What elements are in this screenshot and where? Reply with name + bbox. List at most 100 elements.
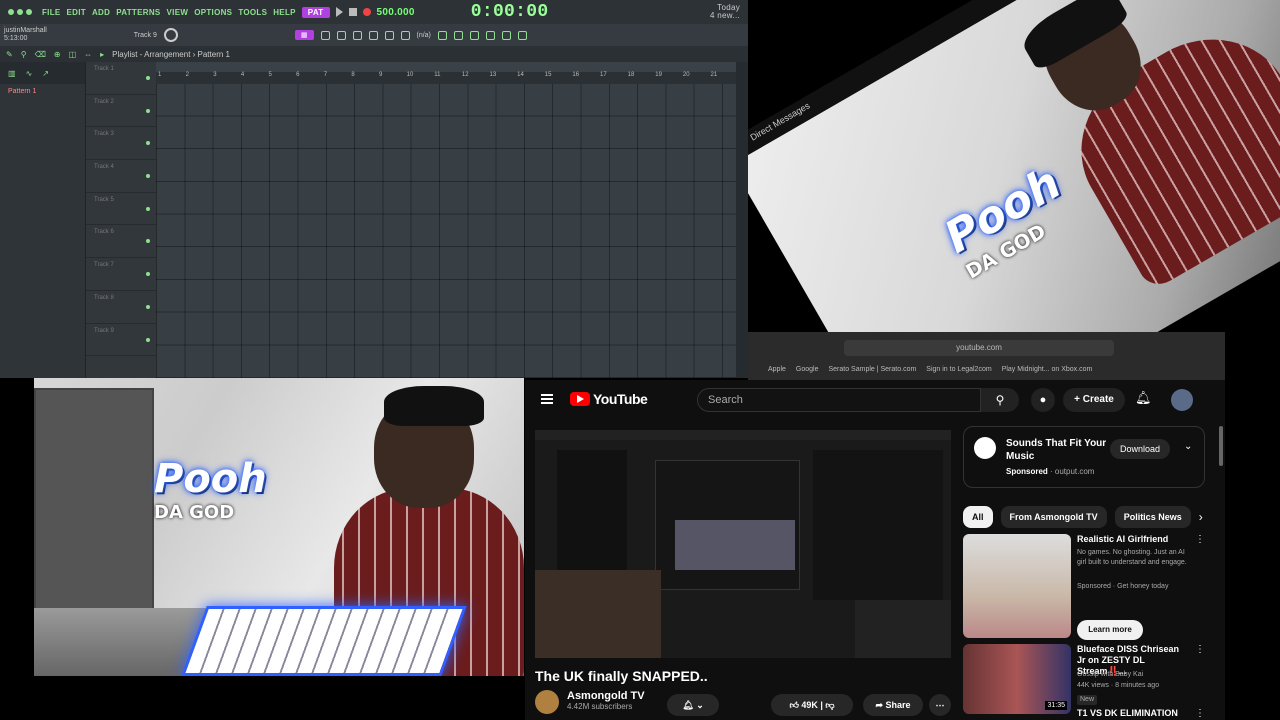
wrench-icon[interactable]: ✎ (6, 50, 13, 59)
chip-politics[interactable]: Politics News (1114, 506, 1191, 528)
chevron-right-icon[interactable]: › (1199, 506, 1203, 528)
chip-channel[interactable]: From Asmongold TV (1000, 506, 1107, 528)
menu-help[interactable]: HELP (273, 8, 296, 17)
track-header[interactable]: Track 6 (86, 225, 156, 259)
playlist-scrollbar[interactable] (736, 62, 748, 378)
track-header[interactable]: Track 4 (86, 160, 156, 193)
track-label: Track 9 (133, 31, 157, 39)
recommendation-item[interactable]: T1 VS DK ELIMINATION ⋮ (963, 708, 1205, 720)
page-scrollbar[interactable] (1219, 426, 1223, 466)
pattern-selector[interactable]: ▦ (294, 30, 314, 40)
thumbnail[interactable]: 31:35 (963, 644, 1071, 714)
track-header[interactable]: Track 7 (86, 258, 156, 291)
like-count: 49K (801, 700, 818, 710)
auto-icon[interactable]: ↗ (42, 69, 49, 78)
bookmark[interactable]: Play Midnight... on Xbox.com (1002, 366, 1093, 373)
rec-channel[interactable]: Gossip with Baby Kai (1077, 670, 1189, 680)
track-header[interactable]: Track 3 (86, 127, 156, 161)
track-header[interactable]: Track 8 (86, 291, 156, 324)
like-dislike-buttons[interactable]: 👍︎ 49K | 👎︎ (771, 694, 853, 716)
more-options-icon[interactable]: ⋮ (1195, 708, 1205, 719)
playlist-grid[interactable] (156, 84, 736, 378)
menu-add[interactable]: ADD (92, 8, 110, 17)
knob-icon[interactable] (163, 28, 178, 42)
brush-tool-icon[interactable] (352, 30, 362, 40)
recommendation-item[interactable]: Realistic AI Girlfriend No games. No gho… (963, 534, 1205, 640)
channel-avatar[interactable] (535, 690, 559, 714)
menu-options[interactable]: OPTIONS (194, 8, 232, 17)
plugin-icon[interactable] (501, 30, 511, 40)
pencil-tool-icon[interactable] (336, 30, 346, 40)
arrow-tool-icon[interactable] (320, 30, 330, 40)
select-icon[interactable]: ◫ (69, 50, 77, 59)
zoom-icon[interactable]: ⊕ (54, 50, 61, 59)
more-actions-button[interactable]: ⋯ (929, 694, 951, 716)
search-icon[interactable]: ⚲ (981, 388, 1019, 412)
bookmark[interactable]: Serato Sample | Serato.com (828, 366, 916, 373)
stretch-icon[interactable]: ⇔ (84, 50, 92, 59)
video-player[interactable] (535, 430, 951, 658)
webcam-feed: Pooh DA GOD (34, 378, 524, 676)
piano-roll-icon[interactable] (469, 30, 479, 40)
chip-all[interactable]: All (963, 506, 993, 528)
pattern-mode-button[interactable]: PAT (301, 6, 330, 18)
dislike-icon[interactable]: 👎︎ (825, 700, 834, 711)
window-controls[interactable] (8, 9, 32, 15)
menu-edit[interactable]: EDIT (67, 8, 86, 17)
bookmark[interactable]: Sign in to Legal2com (926, 366, 991, 373)
track-header[interactable]: Track 2 (86, 95, 156, 128)
delete-tool-icon[interactable] (368, 30, 378, 40)
rec-title[interactable]: T1 VS DK ELIMINATION (1077, 708, 1189, 719)
notification-bell-button[interactable]: 🔔︎ ⌄ (667, 694, 719, 716)
timeline-ruler[interactable]: 1 2 3 4 5 6 7 8 9 10 11 12 13 14 15 16 17 18 19 20 21 (156, 72, 736, 84)
channel-rack-icon[interactable] (453, 30, 463, 40)
share-button[interactable]: ➦ Share (863, 694, 923, 716)
video-right-panel (813, 450, 943, 600)
like-icon[interactable]: 👍︎ (789, 700, 798, 711)
bookmark[interactable]: Apple (768, 366, 786, 373)
chevron-down-icon[interactable]: ⌄ (1184, 441, 1192, 452)
url-bar[interactable]: youtube.com (844, 340, 1114, 356)
audio-icon[interactable]: ∿ (26, 69, 33, 78)
avatar[interactable] (1171, 389, 1193, 411)
menu-file[interactable]: FILE (42, 8, 61, 17)
play-icon[interactable] (335, 7, 343, 17)
rec-title[interactable]: Realistic AI Girlfriend (1077, 534, 1189, 545)
snap-selector[interactable]: (n/a) (417, 32, 431, 39)
record-icon[interactable] (362, 8, 371, 16)
more-options-icon[interactable]: ⋮ (1195, 534, 1205, 545)
download-button[interactable]: Download (1110, 439, 1170, 459)
thumbnail[interactable] (963, 534, 1071, 638)
bookmarks-bar: Apple Google Serato Sample | Serato.com … (768, 366, 1092, 373)
track-header[interactable]: Track 5 (86, 193, 156, 226)
more-options-icon[interactable]: ⋮ (1195, 644, 1205, 655)
mic-icon[interactable] (517, 30, 527, 40)
track-headers: Track 1 Track 2 Track 3 Track 4 Track 5 … (86, 62, 156, 378)
track-header[interactable]: Track 1 (86, 62, 156, 95)
create-button[interactable]: + Create (1063, 388, 1125, 412)
menu-patterns[interactable]: PATTERNS (116, 8, 160, 17)
youtube-logo[interactable]: YouTube (570, 391, 648, 407)
ad-card[interactable]: Sounds That Fit Your Music Sponsored · o… (963, 426, 1205, 488)
menu-icon[interactable] (541, 394, 553, 404)
channel-name[interactable]: Asmongold TV (567, 690, 645, 702)
bookmark[interactable]: Google (796, 366, 819, 373)
stop-icon[interactable] (348, 8, 357, 16)
tempo-display[interactable]: 500.000 (377, 7, 415, 18)
mute-tool-icon[interactable] (384, 30, 394, 40)
pattern-item[interactable]: Pattern 1 (0, 84, 85, 99)
eraser-icon[interactable]: ⌫ (35, 50, 46, 59)
search-input[interactable]: Search (697, 388, 981, 412)
mixer-icon[interactable] (437, 30, 447, 40)
menu-view[interactable]: VIEW (167, 8, 189, 17)
playlist-arrow-icon[interactable]: ▸ (100, 50, 104, 59)
slice-tool-icon[interactable] (400, 30, 410, 40)
mic-icon[interactable]: ● (1031, 388, 1055, 412)
learn-more-button[interactable]: Learn more (1077, 620, 1143, 640)
piano-icon[interactable]: ▥ (8, 69, 16, 78)
track-header[interactable]: Track 9 (86, 324, 156, 357)
bell-icon[interactable]: 🔔︎ (1135, 390, 1152, 406)
menu-tools[interactable]: TOOLS (238, 8, 267, 17)
magnet-icon[interactable]: ⚲ (21, 50, 27, 59)
browser-icon[interactable] (485, 30, 495, 40)
